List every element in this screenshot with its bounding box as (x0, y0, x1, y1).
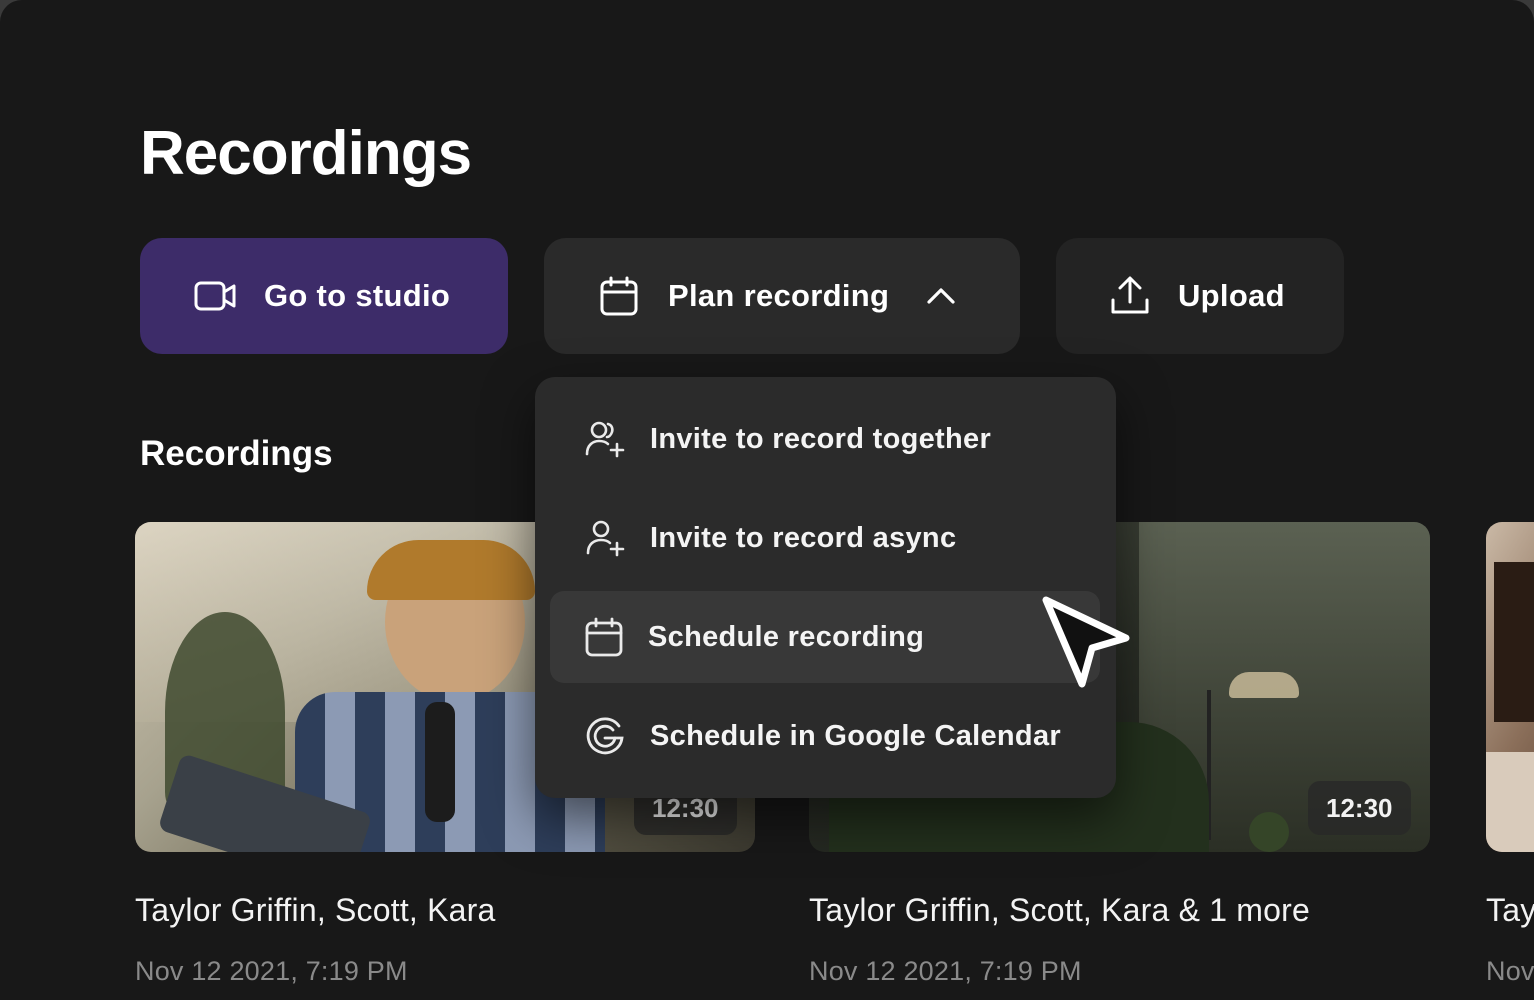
menu-item-label: Schedule in Google Calendar (650, 719, 1061, 752)
go-to-studio-button[interactable]: Go to studio (140, 238, 508, 354)
page-title: Recordings (140, 119, 472, 188)
mouse-cursor-icon (1042, 596, 1130, 688)
recording-participants: Tay (1486, 892, 1534, 928)
menu-item-label: Invite to record together (650, 422, 992, 455)
menu-item-google-calendar[interactable]: Schedule in Google Calendar (550, 690, 1100, 782)
upload-button[interactable]: Upload (1056, 238, 1344, 354)
plan-recording-menu: Invite to record together Invite to reco… (535, 377, 1116, 798)
chevron-up-icon (927, 288, 955, 304)
plan-recording-label: Plan recording (668, 278, 890, 313)
video-camera-icon (194, 281, 236, 311)
menu-item-invite-together[interactable]: Invite to record together (550, 393, 1100, 485)
users-add-icon (585, 421, 625, 458)
calendar-icon (585, 617, 623, 657)
plan-recording-button[interactable]: Plan recording (544, 238, 1020, 354)
duration-badge: 12:30 (1308, 781, 1411, 835)
app-window: Recordings Go to studio Plan recording U… (0, 0, 1534, 1000)
recording-date: Nov 12 2021, 7:19 PM (135, 956, 408, 986)
menu-item-schedule-recording[interactable]: Schedule recording (550, 591, 1100, 683)
recording-date: Nov (1486, 956, 1534, 986)
google-icon (586, 717, 624, 755)
recording-participants: Taylor Griffin, Scott, Kara & 1 more (809, 892, 1311, 928)
upload-label: Upload (1178, 278, 1285, 313)
calendar-icon (600, 276, 638, 316)
menu-item-label: Schedule recording (648, 620, 925, 653)
menu-item-label: Invite to record async (650, 521, 957, 554)
recording-participants: Taylor Griffin, Scott, Kara (135, 892, 496, 928)
user-add-icon (586, 520, 625, 557)
go-to-studio-label: Go to studio (264, 278, 451, 313)
section-title: Recordings (140, 434, 333, 473)
menu-item-invite-async[interactable]: Invite to record async (550, 492, 1100, 584)
upload-icon (1111, 276, 1149, 314)
recording-date: Nov 12 2021, 7:19 PM (809, 956, 1082, 986)
recording-thumbnail[interactable] (1486, 522, 1534, 852)
